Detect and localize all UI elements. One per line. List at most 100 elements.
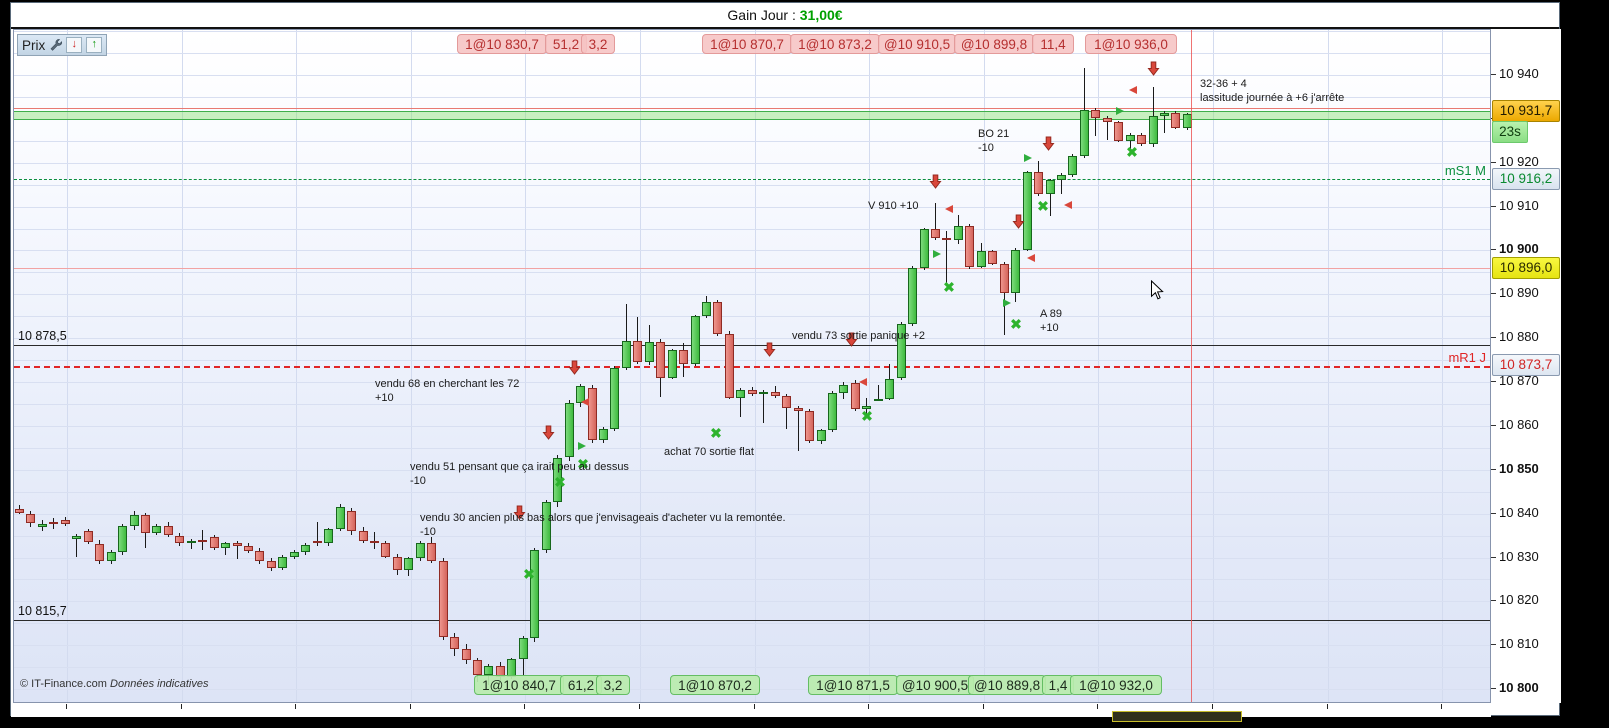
buy-order-label[interactable]: 1@10 932,0 — [1070, 675, 1162, 695]
candle-body — [850, 382, 860, 410]
candle-body — [221, 543, 231, 548]
candle-body — [244, 546, 253, 552]
sell-order-label[interactable]: @10 899,8 — [954, 34, 1034, 54]
axis-tick-dash — [1491, 381, 1496, 382]
candle-body — [759, 391, 769, 395]
candle-body — [26, 513, 36, 524]
trade-annotation: A 89 — [1040, 308, 1063, 320]
buy-order-label[interactable]: 3,2 — [596, 675, 630, 695]
axis-tick-dash — [1491, 688, 1496, 689]
axis-tick-dash — [1491, 293, 1496, 295]
h-gridline — [14, 360, 1490, 362]
sell-order-label[interactable]: 1@10 830,7 — [457, 34, 547, 54]
candle-body — [633, 340, 643, 362]
candle-body — [484, 666, 494, 675]
price-axis[interactable]: 10 800 10 810 10 820 10 830 10 840 10 850 10 8… — [1491, 29, 1561, 703]
chart-title: Gain Jour : 31,00€ — [11, 3, 1559, 29]
h-gridline — [14, 535, 1490, 537]
time-axis-tick — [982, 704, 984, 709]
candle-body — [805, 411, 814, 441]
candle-body — [610, 368, 620, 429]
candle-body — [518, 638, 528, 660]
candle-body — [289, 552, 299, 557]
candle-body — [1148, 116, 1158, 145]
candle-body — [163, 525, 173, 536]
wrench-icon[interactable] — [49, 38, 63, 52]
exit-cross-icon: ✚ — [1122, 142, 1142, 162]
sell-arrow-marker — [1042, 136, 1055, 156]
axis-tick-dash — [1491, 556, 1496, 558]
plot-area[interactable]: Prix ↓ ↑ © IT-Finance.com Données indica… — [13, 29, 1491, 703]
candle-body — [175, 535, 185, 544]
candle-body — [1091, 110, 1101, 118]
exit-cross-icon: ✚ — [550, 472, 570, 492]
candle-body — [1125, 134, 1135, 141]
buy-order-label[interactable]: 1@10 870,2 — [670, 675, 760, 695]
candle-body — [953, 225, 963, 240]
candle-body — [129, 515, 139, 526]
h-gridline — [14, 491, 1490, 493]
axis-tick-dash — [1491, 424, 1496, 426]
candle-body — [736, 389, 746, 398]
time-axis-tick — [1212, 704, 1213, 709]
candle-body — [450, 637, 460, 649]
price-toolbar[interactable]: Prix ↓ ↑ — [17, 34, 108, 56]
buy-triangle-icon — [1024, 154, 1032, 163]
candle-body — [1068, 155, 1078, 175]
copyright-note: © IT-Finance.com Données indicatives — [20, 678, 209, 690]
axis-tick-label: 10 910 — [1499, 197, 1539, 213]
candle-body — [724, 333, 734, 398]
price-level-label: mS1 M — [1444, 163, 1486, 179]
candle-body — [873, 398, 883, 401]
buy-order-label[interactable]: @10 900,5 — [896, 675, 974, 695]
candle-body — [186, 540, 196, 544]
time-axis-tick — [1441, 704, 1443, 709]
sell-order-label[interactable]: @10 910,5 — [878, 34, 956, 54]
h-gridline — [14, 469, 1490, 471]
sell-order-label[interactable]: 1@10 870,7 — [702, 34, 792, 54]
h-gridline — [14, 206, 1490, 208]
axis-price-box: 23s — [1492, 121, 1528, 143]
sell-arrow-marker — [568, 360, 581, 380]
trade-annotation: vendu 73 sortie panique +2 — [792, 330, 926, 342]
sell-order-button[interactable]: ↓ — [66, 37, 83, 53]
mouse-cursor — [1150, 279, 1165, 306]
sell-order-label[interactable]: 11,4 — [1032, 34, 1074, 54]
price-level-label: 10 815,7 — [18, 604, 67, 619]
buy-order-label[interactable]: 1@10 871,5 — [808, 675, 898, 695]
axis-tick-label: 10 850 — [1499, 460, 1539, 476]
candle-body — [1057, 175, 1066, 181]
buy-order-button[interactable]: ↑ — [86, 37, 103, 53]
candle-body — [278, 556, 288, 568]
axis-tick-label: 10 880 — [1499, 329, 1539, 345]
crosshair-vertical-line — [1191, 30, 1192, 702]
h-gridline — [14, 382, 1490, 383]
gain-label: Gain Jour : — [727, 7, 800, 23]
price-level-line — [14, 344, 1490, 346]
h-gridline — [14, 228, 1490, 230]
candle-body — [415, 543, 425, 559]
time-axis-tick — [1097, 704, 1099, 709]
candle-body — [770, 391, 780, 397]
axis-price-box: 10 873,7 — [1492, 354, 1560, 377]
trade-annotation: BO 21 — [978, 128, 1010, 140]
crosshair-time-box — [1112, 711, 1242, 722]
candle-body — [95, 544, 105, 561]
candle-body — [335, 506, 345, 530]
candle-body — [839, 384, 849, 393]
sell-order-label[interactable]: 3,2 — [581, 34, 615, 54]
buy-order-label[interactable]: 1@10 840,7 — [474, 675, 564, 695]
buy-triangle-icon — [1116, 106, 1124, 115]
buy-order-label[interactable]: @10 889,8 — [968, 675, 1046, 695]
candle-body — [473, 660, 482, 675]
axis-tick-dash — [1491, 644, 1496, 646]
sell-order-label[interactable]: 1@10 873,2 — [790, 34, 880, 54]
candle-body — [106, 552, 116, 561]
sell-order-label[interactable]: 1@10 936,0 — [1085, 34, 1177, 54]
candle-body — [965, 225, 975, 268]
candle-body — [1034, 172, 1043, 195]
candle-body — [438, 561, 448, 638]
axis-tick-dash — [1491, 74, 1496, 75]
candle-body — [667, 350, 677, 378]
candle-body — [324, 529, 334, 544]
